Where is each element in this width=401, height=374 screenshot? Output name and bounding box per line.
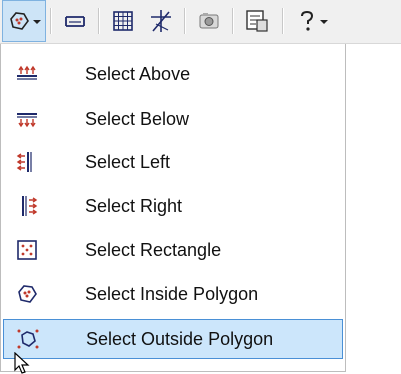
menu-item-select-outside-polygon[interactable]: Select Outside Polygon	[3, 319, 343, 359]
menu-item-select-rectangle[interactable]: Select Rectangle	[3, 230, 343, 270]
chevron-down-icon	[320, 20, 328, 24]
select-right-icon	[22, 196, 38, 216]
menu-item-select-left[interactable]: Select Left	[3, 142, 343, 182]
mouse-cursor-icon	[14, 352, 30, 374]
menu-item-label: Select Rectangle	[85, 239, 222, 260]
grid-icon	[113, 11, 133, 31]
properties-tool-button[interactable]	[240, 0, 274, 42]
menu-item-select-right[interactable]: Select Right	[3, 186, 343, 226]
help-icon	[301, 10, 314, 31]
toolbar-separator	[282, 8, 284, 34]
align-tool-button[interactable]	[58, 0, 92, 42]
help-tool-button[interactable]	[290, 0, 334, 42]
toolbar	[0, 0, 401, 44]
menu-item-select-below[interactable]: Select Below	[3, 99, 343, 139]
camera-tool-button[interactable]	[192, 0, 226, 42]
polygon-select-icon	[10, 12, 29, 30]
toolbar-separator	[98, 8, 100, 34]
menu-item-label: Select Left	[85, 151, 171, 172]
menu-item-label: Select Below	[85, 108, 190, 129]
chevron-down-icon	[33, 20, 41, 24]
menu-item-label: Select Right	[85, 195, 183, 216]
camera-icon	[199, 13, 219, 29]
menu-item-label: Select Outside Polygon	[86, 328, 274, 349]
snap-icon	[151, 10, 171, 32]
toolbar-separator	[184, 8, 186, 34]
toolbar-separator	[232, 8, 234, 34]
select-dropdown-menu: Select Above Select Below Select Left Se…	[0, 44, 346, 372]
select-below-icon	[17, 113, 37, 128]
toolbar-separator	[50, 8, 52, 34]
select-rectangle-icon	[17, 240, 37, 260]
align-icon	[65, 16, 85, 27]
grid-tool-button[interactable]	[106, 0, 140, 42]
menu-item-label: Select Above	[85, 63, 191, 84]
menu-item-select-above[interactable]: Select Above	[3, 54, 343, 94]
menu-item-label: Select Inside Polygon	[85, 283, 259, 304]
select-polygon-dropdown-button[interactable]	[2, 0, 46, 42]
select-left-icon	[16, 152, 32, 172]
select-above-icon	[17, 65, 37, 80]
select-outside-polygon-icon	[17, 329, 39, 349]
menu-item-select-inside-polygon[interactable]: Select Inside Polygon	[3, 274, 343, 314]
properties-icon	[246, 10, 268, 32]
snap-tool-button[interactable]	[144, 0, 178, 42]
select-inside-polygon-icon	[18, 285, 37, 303]
